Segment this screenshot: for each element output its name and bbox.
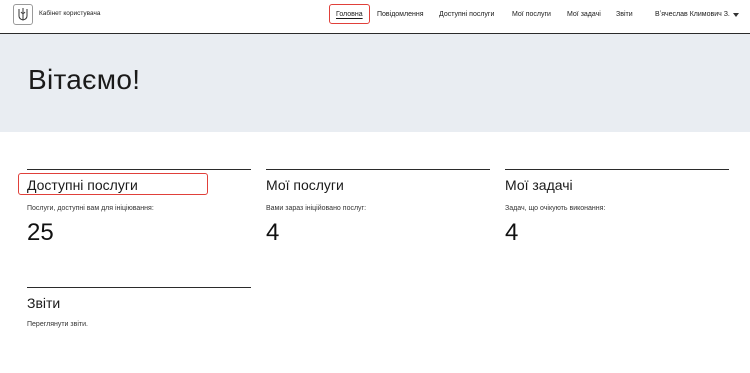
nav-messages[interactable]: Повідомлення	[377, 11, 424, 18]
nav-available-services[interactable]: Доступні послуги	[439, 11, 494, 18]
app-title: Кабінет користувача	[39, 10, 101, 17]
card-divider	[505, 169, 729, 170]
trident-logo-icon[interactable]	[13, 4, 33, 25]
welcome-banner: Вітаємо!	[0, 34, 750, 132]
chevron-down-icon[interactable]	[733, 13, 739, 17]
card-divider	[27, 287, 251, 288]
card-divider	[27, 169, 251, 170]
card-title[interactable]: Звіти	[27, 295, 60, 311]
card-divider	[266, 169, 490, 170]
nav-reports[interactable]: Звіти	[616, 11, 633, 18]
card-title[interactable]: Мої послуги	[266, 177, 344, 193]
card-count: 4	[266, 219, 280, 246]
card-description: Вами зараз ініційовано послуг:	[266, 205, 367, 212]
card-description: Послуги, доступні вам для ініціювання:	[27, 205, 154, 212]
card-title[interactable]: Мої задачі	[505, 177, 573, 193]
top-header: Кабінет користувача Головна Повідомлення…	[0, 0, 750, 34]
available-services-highlight-box	[18, 173, 208, 195]
card-description[interactable]: Переглянути звіти.	[27, 321, 88, 328]
card-description: Задач, що очікують виконання:	[505, 205, 606, 212]
page-title: Вітаємо!	[28, 64, 141, 95]
nav-my-tasks[interactable]: Мої задачі	[567, 11, 601, 18]
nav-home[interactable]: Головна	[336, 11, 363, 18]
user-menu[interactable]: Вʼячеслав Климович З.	[655, 11, 730, 18]
nav-my-services[interactable]: Мої послуги	[512, 11, 551, 18]
card-count: 4	[505, 219, 519, 246]
card-count: 25	[27, 219, 54, 246]
